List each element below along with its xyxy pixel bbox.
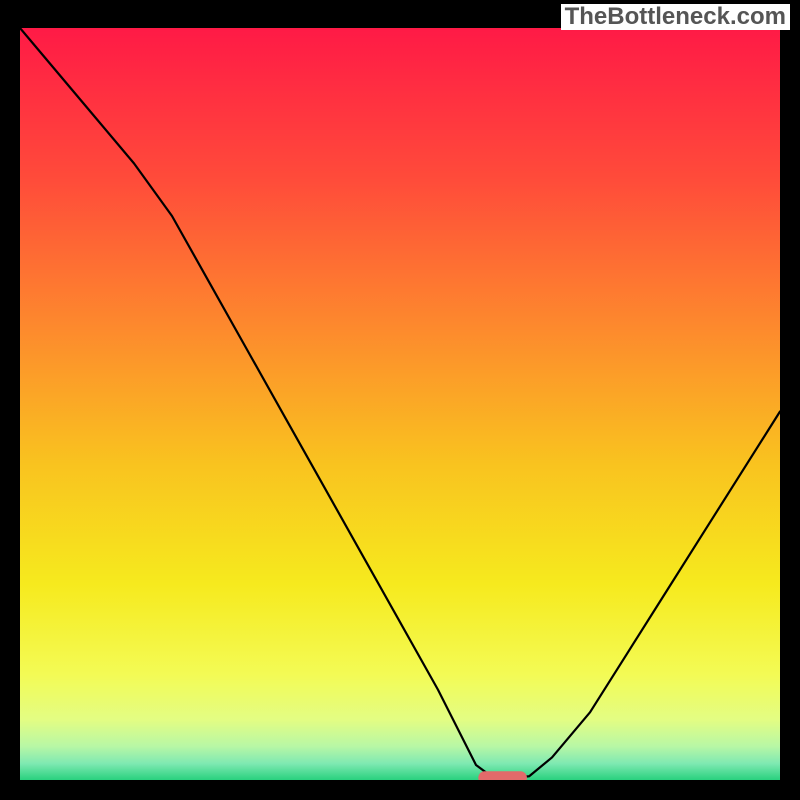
bottleneck-chart [20,28,780,780]
optimal-marker [478,771,527,780]
plot-background [20,28,780,780]
watermark-text: TheBottleneck.com [561,4,790,30]
chart-frame: TheBottleneck.com [0,0,800,800]
